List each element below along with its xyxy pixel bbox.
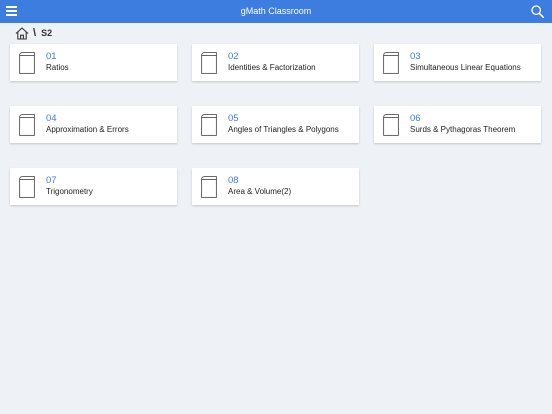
chapter-number: 06 xyxy=(410,113,421,124)
chapter-title: Approximation & Errors xyxy=(46,125,129,134)
chapter-card[interactable]: 02 Identities & Factorization xyxy=(192,44,359,81)
chapter-number: 05 xyxy=(228,113,239,124)
chapter-number: 08 xyxy=(228,175,239,186)
book-icon xyxy=(383,52,399,74)
chapter-number: 02 xyxy=(228,51,239,62)
app-title: gMath Classroom xyxy=(240,6,312,16)
chapter-number: 04 xyxy=(46,113,57,124)
book-icon xyxy=(19,52,35,74)
book-icon xyxy=(383,114,399,136)
chapter-title: Surds & Pythagoras Theorem xyxy=(410,125,516,134)
search-icon[interactable] xyxy=(531,5,544,18)
chapter-title: Trigonometry xyxy=(46,187,93,196)
chapter-card[interactable]: 08 Area & Volume(2) xyxy=(192,168,359,205)
chapter-number: 01 xyxy=(46,51,57,62)
book-icon xyxy=(201,176,217,198)
top-app-bar: gMath Classroom xyxy=(0,0,552,23)
breadcrumb-current[interactable]: S2 xyxy=(41,26,52,40)
breadcrumb-separator: \ xyxy=(33,27,37,39)
book-icon xyxy=(201,114,217,136)
chapter-card[interactable]: 04 Approximation & Errors xyxy=(10,106,177,143)
chapter-card[interactable]: 06 Surds & Pythagoras Theorem xyxy=(374,106,541,143)
chapter-title: Area & Volume(2) xyxy=(228,187,292,196)
chapter-card[interactable]: 03 Simultaneous Linear Equations xyxy=(374,44,541,81)
chapter-number: 03 xyxy=(410,51,421,62)
home-icon[interactable] xyxy=(15,26,29,40)
breadcrumb: \ S2 xyxy=(15,26,52,40)
chapter-title: Simultaneous Linear Equations xyxy=(410,63,521,72)
chapter-title: Identities & Factorization xyxy=(228,63,316,72)
chapter-card[interactable]: 05 Angles of Triangles & Polygons xyxy=(192,106,359,143)
chapter-card[interactable]: 07 Trigonometry xyxy=(10,168,177,205)
chapter-number: 07 xyxy=(46,175,57,186)
chapter-card[interactable]: 01 Ratios xyxy=(10,44,177,81)
book-icon xyxy=(19,114,35,136)
book-icon xyxy=(19,176,35,198)
chapter-title: Ratios xyxy=(46,63,69,72)
chapter-title: Angles of Triangles & Polygons xyxy=(228,125,339,134)
book-icon xyxy=(201,52,217,74)
